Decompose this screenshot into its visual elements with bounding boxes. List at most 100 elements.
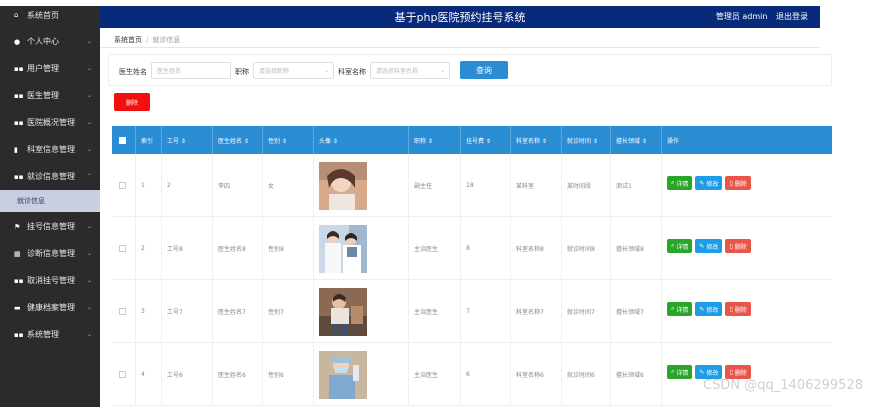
trash-icon: ▯ — [729, 242, 733, 250]
doctor-avatar — [319, 161, 367, 210]
chevron-down-icon: ⌄ — [86, 250, 92, 257]
edit-icon: ✎ — [699, 242, 705, 250]
row-checkbox[interactable] — [112, 280, 136, 343]
breadcrumb-separator: / — [146, 36, 149, 44]
cell-dept: 某科室 — [511, 154, 562, 217]
sidebar-item-profile[interactable]: ● 个人中心 ⌄ — [0, 28, 100, 55]
home-icon: ⌂ — [14, 11, 19, 19]
chevron-down-icon: ⌄ — [86, 304, 92, 311]
row-checkbox[interactable] — [112, 217, 136, 280]
chevron-down-icon: ⌄ — [86, 65, 92, 72]
cell-dept: 科室名称8 — [511, 217, 562, 280]
doctor-avatar — [319, 287, 367, 336]
cell-time: 就诊时间7 — [562, 280, 611, 343]
detail-button[interactable]: ⌕ 详情 — [667, 176, 693, 190]
col-time[interactable]: 就诊时间 ⇕ — [562, 126, 611, 154]
col-title[interactable]: 职称 ⇕ — [409, 126, 461, 154]
select-all-checkbox[interactable] — [112, 126, 136, 154]
sidebar-item-diagnosis[interactable]: ▦ 诊断信息管理 ⌄ — [0, 240, 100, 267]
cell-id: 工号8 — [162, 217, 213, 280]
cell-fee: 8 — [461, 217, 511, 280]
detail-button[interactable]: ⌕ 详情 — [667, 365, 693, 379]
cell-time: 就诊时间8 — [562, 217, 611, 280]
sidebar-item-doctors[interactable]: ▪▪ 医生管理 ⌄ — [0, 82, 100, 109]
delete-button[interactable]: ▯ 删除 — [725, 239, 751, 253]
department-select[interactable]: 请选择科室名称 ⌄ — [370, 62, 450, 79]
sidebar-subitem-visit-info[interactable]: 就诊信息 — [0, 190, 100, 212]
edit-button[interactable]: ✎ 修改 — [695, 365, 723, 379]
sidebar-item-health[interactable]: ▬ 健康档案管理 ⌄ — [0, 294, 100, 321]
sidebar-item-system[interactable]: ▪▪ 系统管理 ⌄ — [0, 321, 100, 348]
sidebar-item-home[interactable]: ⌂ 系统首页 — [0, 6, 100, 24]
detail-button[interactable]: ⌕ 详情 — [667, 302, 693, 316]
detail-button[interactable]: ⌕ 详情 — [667, 239, 693, 253]
cell-name: 医生姓名8 — [213, 217, 263, 280]
cell-avatar — [314, 217, 409, 280]
col-avatar[interactable]: 头像 ⇕ — [314, 126, 409, 154]
row-actions: ⌕ 详情 ✎ 修改 ▯ 删除 — [667, 302, 751, 316]
table-icon: ▦ — [14, 249, 21, 258]
delete-button[interactable]: ▯ 删除 — [725, 176, 751, 190]
chevron-down-icon: ⌄ — [86, 146, 92, 153]
sidebar-item-registration[interactable]: ⚑ 挂号信息管理 ⌄ — [0, 213, 100, 240]
row-checkbox[interactable] — [112, 343, 136, 406]
col-field[interactable]: 擅长领域 ⇕ — [611, 126, 662, 154]
delete-button[interactable]: ▯ 删除 — [725, 302, 751, 316]
sidebar-item-departments[interactable]: ▮ 科室信息管理 ⌄ — [0, 136, 100, 163]
col-actions: 操作 — [667, 137, 680, 145]
cell-field: 测试1 — [611, 154, 662, 217]
breadcrumb-current: 就诊信息 — [152, 36, 181, 44]
divider — [100, 47, 820, 48]
edit-button[interactable]: ✎ 修改 — [695, 302, 723, 316]
breadcrumb-home[interactable]: 系统首页 — [114, 36, 142, 44]
grid-icon: ▪▪ — [14, 91, 24, 100]
grid-icon: ▪▪ — [14, 276, 24, 285]
cell-fee: 7 — [461, 280, 511, 343]
cell-gender: 性别8 — [263, 217, 314, 280]
cell-gender: 性别7 — [263, 280, 314, 343]
col-id[interactable]: 工号 ⇕ — [162, 126, 213, 154]
col-gender[interactable]: 性别 ⇕ — [263, 126, 314, 154]
chevron-down-icon: ⌄ — [86, 223, 92, 230]
department-label: 科室名称 — [338, 68, 366, 76]
col-name[interactable]: 医生姓名 ⇕ — [213, 126, 263, 154]
trash-icon: ▯ — [729, 368, 733, 376]
cell-avatar — [314, 154, 409, 217]
col-fee[interactable]: 挂号费 ⇕ — [461, 126, 511, 154]
chevron-down-icon: ⌄ — [86, 119, 92, 126]
edit-icon: ✎ — [699, 179, 705, 187]
sidebar-item-visits[interactable]: ▪▪ 就诊信息管理 ⌃ — [0, 163, 100, 190]
cell-avatar — [314, 280, 409, 343]
delete-button[interactable]: ▯ 删除 — [725, 365, 751, 379]
batch-delete-button[interactable]: 删除 — [114, 93, 150, 111]
cell-dept: 科室名称7 — [511, 280, 562, 343]
sidebar-item-cancel[interactable]: ▪▪ 取消挂号管理 ⌄ — [0, 267, 100, 294]
cell-gender: 女 — [263, 154, 314, 217]
row-checkbox[interactable] — [112, 154, 136, 217]
sidebar-item-users[interactable]: ▪▪ 用户管理 ⌄ — [0, 55, 100, 82]
cell-time: 某时间段 — [562, 154, 611, 217]
edit-button[interactable]: ✎ 修改 — [695, 176, 723, 190]
cell-name: 李四 — [213, 154, 263, 217]
table-row: 3 工号7 医生姓名7 性别7 主治医生 7 科室名称7 就诊时间7 擅长领域7… — [112, 280, 832, 343]
chevron-down-icon: ⌄ — [86, 277, 92, 284]
watermark: CSDN @qq_1406299528 — [703, 378, 863, 393]
cell-index: 1 — [136, 154, 162, 217]
col-index: 索引 — [136, 126, 162, 154]
title-select[interactable]: 请选择职称 ⌄ — [253, 62, 334, 79]
table-row: 4 工号6 医生姓名6 性别6 主治医生 6 科室名称6 就诊时间6 擅长领域6… — [112, 343, 832, 406]
edit-button[interactable]: ✎ 修改 — [695, 239, 723, 253]
cell-title: 副主任 — [409, 154, 461, 217]
sidebar-item-hospital[interactable]: ▪▪ 医院概况管理 ⌄ — [0, 109, 100, 136]
query-button[interactable]: 查询 — [460, 61, 508, 79]
doctor-name-input[interactable]: 医生姓名 — [151, 62, 231, 79]
trash-icon: ▯ — [729, 179, 733, 187]
cell-field: 擅长领域6 — [611, 343, 662, 406]
table-row: 1 2 李四 女 副主任 18 某科室 某时间段 测试1 ⌕ 详情 ✎ 修改 ▯ 删除 — [112, 154, 832, 217]
logout-link[interactable]: 退出登录 — [776, 12, 808, 21]
col-dept[interactable]: 科室名称 ⇕ — [511, 126, 562, 154]
cell-id: 工号7 — [162, 280, 213, 343]
user-area: 管理员 admin 退出登录 — [716, 11, 808, 22]
search-icon: ⌕ — [671, 368, 675, 375]
cell-index: 2 — [136, 217, 162, 280]
